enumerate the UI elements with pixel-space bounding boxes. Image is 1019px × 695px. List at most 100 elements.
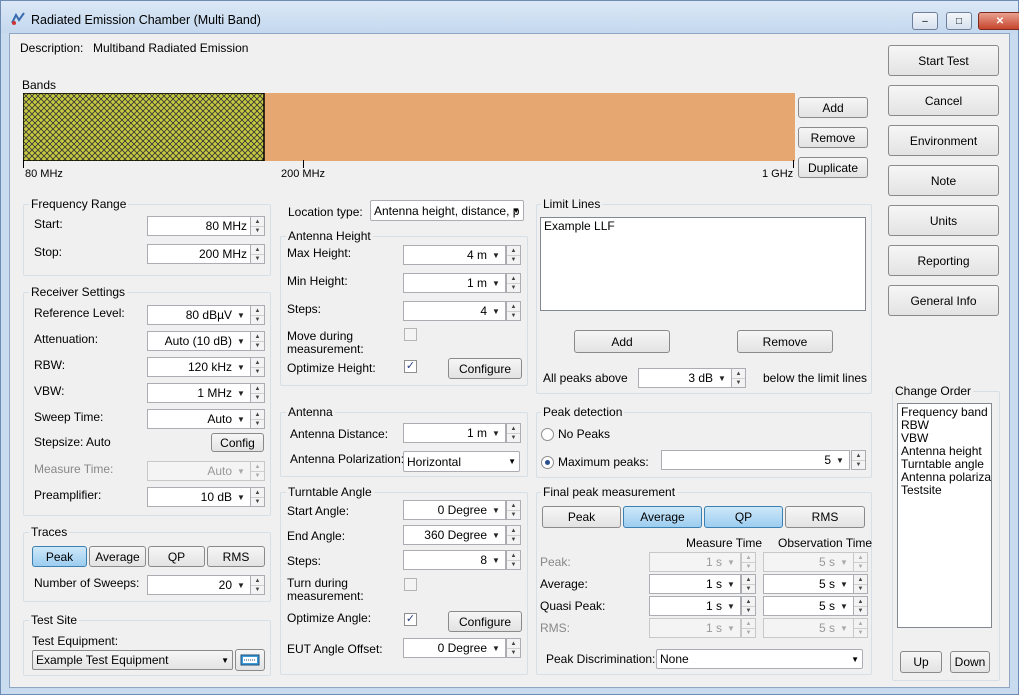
move-down-button[interactable]: Down [950,651,990,673]
maximum-peaks-spinner[interactable]: ▲ ▼ [851,450,866,470]
general-info-button[interactable]: General Info [888,285,999,316]
vbw-dropdown-icon[interactable]: ▼ [234,383,248,403]
start-angle-dropdown-icon[interactable]: ▼ [489,500,503,520]
min-height-dropdown-icon[interactable]: ▼ [489,273,503,293]
chevron-down-icon[interactable]: ▼ [837,552,851,572]
rbw-dropdown-icon[interactable]: ▼ [234,357,248,377]
sweeps-dropdown-icon[interactable]: ▼ [234,575,248,595]
average-observation-spinner[interactable]: ▲ ▼ [853,574,868,594]
list-item[interactable]: Testsite [901,484,988,497]
maximum-peaks-dropdown-icon[interactable]: ▼ [833,450,847,470]
list-item[interactable]: Example LLF [544,220,862,233]
cancel-button[interactable]: Cancel [888,85,999,116]
measure-time-dropdown-icon[interactable]: ▼ [234,461,248,481]
note-button[interactable]: Note [888,165,999,196]
measure-time-spinner[interactable]: ▲ ▼ [250,461,265,481]
vbw-spinner[interactable]: ▲ ▼ [250,383,265,403]
freq-start-field[interactable]: 80 MHz [147,216,251,236]
height-configure-button[interactable]: Configure [448,358,522,379]
final-rms-button[interactable]: RMS [785,506,865,528]
chevron-down-icon[interactable]: ▼ [837,574,851,594]
trace-qp-button[interactable]: QP [148,546,205,567]
ref-level-spinner[interactable]: ▲ ▼ [250,305,265,325]
move-during-checkbox[interactable] [404,328,417,341]
sweeps-spinner[interactable]: ▲ ▼ [250,575,265,595]
chevron-down-icon[interactable]: ▼ [724,596,738,616]
limit-lines-list[interactable]: Example LLF [540,217,866,311]
angle-steps-spinner[interactable]: ▲ ▼ [506,550,521,570]
angle-steps-dropdown-icon[interactable]: ▼ [489,550,503,570]
final-average-button[interactable]: Average [623,506,702,528]
trace-peak-button[interactable]: Peak [32,546,87,567]
ref-level-dropdown-icon[interactable]: ▼ [234,305,248,325]
peaks-above-dropdown-icon[interactable]: ▼ [715,368,729,388]
qp-measure-spinner[interactable]: ▲ ▼ [741,596,756,616]
equipment-browse-button[interactable] [235,649,265,671]
qp-observation-spinner[interactable]: ▲ ▼ [853,596,868,616]
min-height-spinner[interactable]: ▲ ▼ [506,273,521,293]
environment-button[interactable]: Environment [888,125,999,156]
end-angle-spinner[interactable]: ▲ ▼ [506,525,521,545]
chevron-down-icon[interactable]: ▼ [724,618,738,638]
location-type-select[interactable]: Antenna height, distance, p ▼ [370,200,524,221]
trace-average-button[interactable]: Average [89,546,146,567]
preamplifier-dropdown-icon[interactable]: ▼ [234,487,248,507]
move-up-button[interactable]: Up [900,651,942,673]
end-angle-dropdown-icon[interactable]: ▼ [489,525,503,545]
test-equipment-select[interactable]: Example Test Equipment ▼ [32,650,233,670]
attenuation-spinner[interactable]: ▲ ▼ [250,331,265,351]
angle-configure-button[interactable]: Configure [448,611,522,632]
sweep-time-spinner[interactable]: ▲ ▼ [250,409,265,429]
preamplifier-spinner[interactable]: ▲ ▼ [250,487,265,507]
average-measure-spinner[interactable]: ▲ ▼ [741,574,756,594]
antenna-distance-spinner[interactable]: ▲ ▼ [506,423,521,443]
final-qp-button[interactable]: QP [704,506,783,528]
maximum-peaks-field[interactable]: 5 [661,450,850,470]
antenna-polarization-select[interactable]: Horizontal ▼ [403,451,520,472]
chevron-down-icon[interactable]: ▼ [724,574,738,594]
freq-start-spinner[interactable]: ▲ ▼ [250,216,265,236]
turn-during-checkbox[interactable] [404,578,417,591]
max-height-dropdown-icon[interactable]: ▼ [489,245,503,265]
rms-observation-spinner[interactable]: ▲ ▼ [853,618,868,638]
freq-stop-field[interactable]: 200 MHz [147,244,251,264]
reporting-button[interactable]: Reporting [888,245,999,276]
height-steps-dropdown-icon[interactable]: ▼ [489,301,503,321]
minimize-button[interactable]: – [912,12,938,30]
attenuation-dropdown-icon[interactable]: ▼ [234,331,248,351]
band-add-button[interactable]: Add [798,97,868,118]
optimize-height-checkbox[interactable]: ✓ [404,360,417,373]
chevron-down-icon[interactable]: ▼ [837,618,851,638]
start-angle-spinner[interactable]: ▲ ▼ [506,500,521,520]
peak-measure-spinner[interactable]: ▲ ▼ [741,552,756,572]
peaks-above-spinner[interactable]: ▲ ▼ [731,368,746,388]
maximum-peaks-radio[interactable] [541,456,554,469]
antenna-distance-dropdown-icon[interactable]: ▼ [489,423,503,443]
sweep-time-dropdown-icon[interactable]: ▼ [234,409,248,429]
no-peaks-radio[interactable] [541,428,554,441]
maximize-button[interactable]: □ [946,12,972,30]
optimize-angle-checkbox[interactable]: ✓ [404,613,417,626]
chevron-down-icon[interactable]: ▼ [837,596,851,616]
receiver-config-button[interactable]: Config [211,433,264,452]
chevron-down-icon[interactable]: ▼ [724,552,738,572]
rbw-spinner[interactable]: ▲ ▼ [250,357,265,377]
trace-rms-button[interactable]: RMS [207,546,265,567]
eut-offset-spinner[interactable]: ▲ ▼ [506,638,521,658]
final-peak-button[interactable]: Peak [542,506,621,528]
band-duplicate-button[interactable]: Duplicate [798,157,868,178]
units-button[interactable]: Units [888,205,999,236]
band-bar[interactable] [23,93,795,161]
peak-observation-spinner[interactable]: ▲ ▼ [853,552,868,572]
close-button[interactable]: ✕ [978,12,1019,30]
limit-remove-button[interactable]: Remove [737,330,833,353]
eut-offset-dropdown-icon[interactable]: ▼ [489,638,503,658]
peak-discrimination-select[interactable]: None ▼ [656,649,863,669]
max-height-spinner[interactable]: ▲ ▼ [506,245,521,265]
band-remove-button[interactable]: Remove [798,127,868,148]
limit-add-button[interactable]: Add [574,330,670,353]
rms-measure-spinner[interactable]: ▲ ▼ [741,618,756,638]
start-test-button[interactable]: Start Test [888,45,999,76]
freq-stop-spinner[interactable]: ▲ ▼ [250,244,265,264]
change-order-list[interactable]: Frequency band RBW VBW Antenna height Tu… [897,403,992,628]
